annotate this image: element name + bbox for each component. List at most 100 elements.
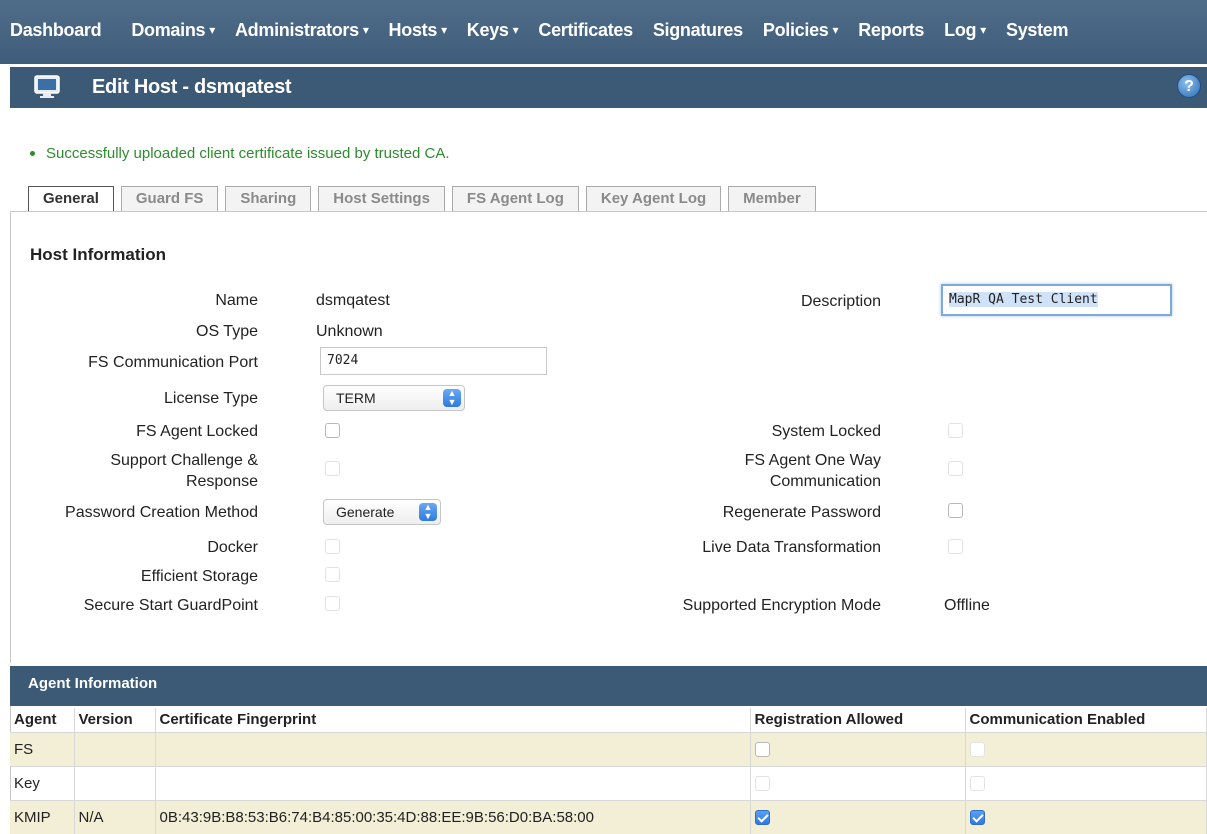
nav-item-system[interactable]: System bbox=[1005, 20, 1069, 41]
challenge-response-label: Support Challenge & Response bbox=[110, 452, 258, 490]
communication-cell bbox=[965, 731, 1207, 766]
nav-menu: Dashboard Domains ▾ Administrators ▾ Hosts ▾ Ke… bbox=[0, 0, 1069, 64]
version-cell: N/A bbox=[74, 799, 156, 834]
agent-table: Agent Version Certificate Fingerprint Re… bbox=[10, 708, 1207, 834]
fs-port-label: FS Communication Port bbox=[88, 354, 258, 371]
top-navigation: Dashboard Domains ▾ Administrators ▾ Hosts ▾ Ke… bbox=[0, 0, 1207, 64]
registration-cell bbox=[750, 731, 966, 766]
communication-cell bbox=[965, 765, 1207, 800]
license-type-label: License Type bbox=[164, 390, 258, 407]
description-input[interactable]: MapR QA Test Client bbox=[941, 284, 1172, 316]
one-way-communication-checkbox bbox=[948, 461, 963, 476]
table-row: FS bbox=[10, 731, 1207, 766]
success-message: Successfully uploaded client certificate… bbox=[30, 145, 450, 162]
nav-item-label: Administrators bbox=[234, 20, 359, 40]
nav-item-domains[interactable]: Domains ▾ bbox=[131, 20, 215, 41]
registration-cell bbox=[750, 799, 966, 834]
registration-checkbox[interactable] bbox=[754, 809, 770, 825]
regenerate-password-label: Regenerate Password bbox=[722, 504, 881, 521]
help-icon[interactable]: ? bbox=[1177, 74, 1201, 98]
agent-information-title: Agent Information bbox=[28, 675, 158, 692]
tab-bar: General Guard FS Sharing Host Settings FS Ag… bbox=[28, 186, 823, 212]
chevron-down-icon: ▾ bbox=[362, 23, 369, 37]
efficient-storage-checkbox bbox=[325, 567, 340, 582]
license-type-select[interactable]: TERM ▲ ▼ bbox=[323, 385, 465, 411]
version-cell bbox=[74, 765, 156, 800]
os-type-value: Unknown bbox=[316, 323, 383, 340]
column-header-fingerprint: Certificate Fingerprint bbox=[155, 708, 751, 732]
system-locked-label: System Locked bbox=[771, 423, 881, 440]
os-type-label: OS Type bbox=[196, 323, 258, 340]
one-way-communication-label: FS Agent One Way Communication bbox=[744, 452, 881, 490]
tab-member[interactable]: Member bbox=[728, 186, 816, 212]
version-cell bbox=[74, 731, 156, 766]
nav-item-label: Dashboard bbox=[10, 20, 102, 40]
chevron-down-icon: ▾ bbox=[512, 23, 519, 37]
agent-cell: Key bbox=[10, 765, 75, 800]
nav-item-certificates[interactable]: Certificates bbox=[538, 20, 633, 41]
communication-cell bbox=[965, 799, 1207, 834]
encryption-mode-value: Offline bbox=[944, 597, 990, 614]
regenerate-password-checkbox[interactable] bbox=[948, 503, 963, 518]
registration-checkbox[interactable] bbox=[754, 741, 770, 757]
select-arrows-icon: ▲ ▼ bbox=[443, 389, 461, 407]
nav-item-policies[interactable]: Policies ▾ bbox=[762, 20, 839, 41]
name-label: Name bbox=[215, 292, 258, 309]
fs-port-input[interactable]: 7024 bbox=[320, 347, 547, 375]
fingerprint-cell bbox=[155, 765, 751, 800]
nav-item-label: Certificates bbox=[538, 20, 633, 40]
nav-item-dashboard[interactable]: Dashboard bbox=[10, 20, 102, 41]
password-method-select[interactable]: Generate ▲ ▼ bbox=[323, 499, 441, 525]
tab-general[interactable]: General bbox=[28, 186, 114, 212]
tab-fs-agent-log[interactable]: FS Agent Log bbox=[451, 186, 579, 212]
nav-item-keys[interactable]: Keys ▾ bbox=[467, 20, 519, 41]
column-header-version: Version bbox=[74, 708, 156, 732]
table-row: KMIP N/A 0B:43:9B:B8:53:B6:74:B4:85:00:3… bbox=[10, 799, 1207, 834]
nav-item-label: System bbox=[1005, 20, 1069, 40]
tab-key-agent-log[interactable]: Key Agent Log bbox=[585, 186, 722, 212]
license-type-value: TERM bbox=[336, 390, 376, 406]
efficient-storage-label: Efficient Storage bbox=[140, 568, 258, 585]
agent-cell: KMIP bbox=[10, 799, 75, 834]
fingerprint-cell: 0B:43:9B:B8:53:B6:74:B4:85:00:35:4D:88:E… bbox=[155, 799, 751, 834]
tab-guard-fs[interactable]: Guard FS bbox=[120, 186, 219, 212]
nav-item-hosts[interactable]: Hosts ▾ bbox=[389, 20, 448, 41]
fs-agent-locked-label: FS Agent Locked bbox=[136, 423, 258, 440]
tab-sharing[interactable]: Sharing bbox=[225, 186, 312, 212]
fingerprint-cell bbox=[155, 731, 751, 766]
column-header-communication: Communication Enabled bbox=[965, 708, 1207, 732]
chevron-down-icon: ▾ bbox=[980, 23, 986, 37]
host-monitor-icon bbox=[34, 75, 60, 98]
nav-item-label: Log bbox=[944, 20, 977, 40]
nav-item-label: Reports bbox=[858, 20, 925, 40]
challenge-response-checkbox bbox=[325, 461, 340, 476]
communication-checkbox[interactable] bbox=[969, 809, 985, 825]
docker-checkbox bbox=[325, 539, 340, 554]
communication-checkbox bbox=[969, 741, 985, 757]
fs-agent-locked-checkbox[interactable] bbox=[325, 423, 340, 438]
live-data-transformation-checkbox bbox=[948, 539, 963, 554]
chevron-down-icon: ▾ bbox=[209, 23, 215, 37]
nav-item-administrators[interactable]: Administrators ▾ bbox=[235, 20, 369, 41]
nav-item-label: Policies bbox=[762, 20, 829, 40]
nav-item-label: Keys bbox=[466, 20, 509, 40]
name-value: dsmqatest bbox=[316, 292, 390, 309]
agent-information-header: Agent Information bbox=[10, 663, 1207, 706]
description-label: Description bbox=[800, 293, 881, 310]
page-title: Edit Host - dsmqatest bbox=[92, 76, 292, 98]
docker-label: Docker bbox=[207, 539, 258, 556]
tab-divider bbox=[10, 211, 1207, 212]
agent-cell: FS bbox=[10, 731, 75, 766]
registration-checkbox bbox=[754, 775, 770, 791]
chevron-down-icon: ▾ bbox=[832, 23, 839, 37]
column-header-registration: Registration Allowed bbox=[750, 708, 966, 732]
nav-item-label: Signatures bbox=[652, 20, 743, 40]
communication-checkbox bbox=[969, 775, 985, 791]
nav-item-signatures[interactable]: Signatures bbox=[653, 20, 743, 41]
column-header-agent: Agent bbox=[10, 708, 75, 732]
system-locked-checkbox bbox=[948, 423, 963, 438]
nav-item-log[interactable]: Log ▾ bbox=[944, 20, 986, 41]
nav-item-reports[interactable]: Reports bbox=[858, 20, 924, 41]
host-information-heading: Host Information bbox=[30, 245, 166, 264]
tab-host-settings[interactable]: Host Settings bbox=[318, 186, 445, 212]
